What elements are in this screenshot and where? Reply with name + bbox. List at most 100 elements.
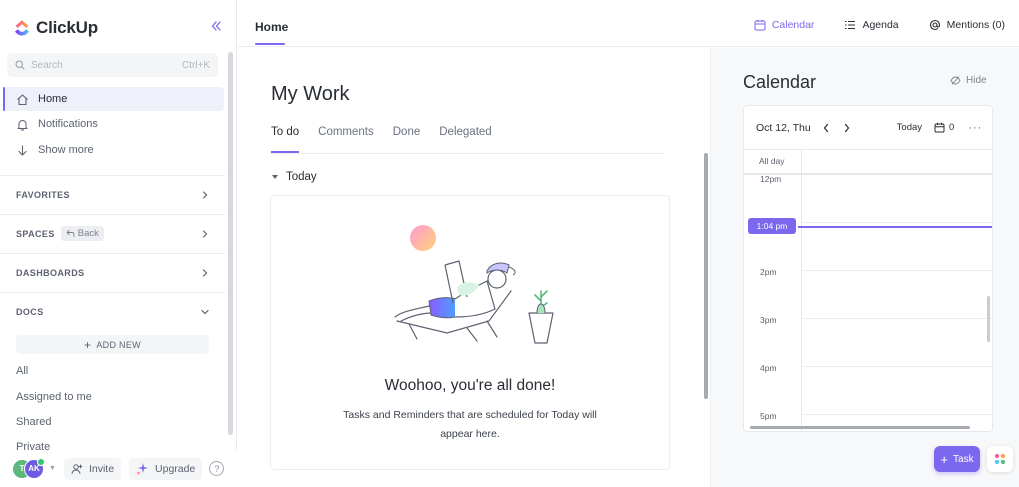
collapse-sidebar-button[interactable] (209, 19, 225, 35)
hide-calendar-button[interactable]: Hide (950, 75, 987, 86)
docs-item-all[interactable]: All (16, 365, 28, 377)
search-icon (15, 60, 25, 70)
search-input[interactable] (31, 59, 182, 71)
hour-line (801, 414, 992, 415)
arrow-down-icon (18, 144, 27, 156)
calendar-date: Oct 12, Thu (756, 121, 811, 134)
back-chip-label: Back (77, 228, 99, 239)
next-day-button[interactable] (841, 122, 853, 134)
avatar[interactable]: AK (24, 457, 45, 479)
docs-item-shared[interactable]: Shared (16, 416, 51, 428)
sidebar-scrollbar[interactable] (228, 52, 233, 435)
section-title: DASHBOARDS (16, 267, 85, 278)
current-time-line (798, 226, 992, 228)
calendar-icon (934, 122, 945, 133)
calendar-count-button[interactable]: 0 (934, 122, 954, 133)
section-spaces[interactable]: SPACES Back (0, 214, 225, 252)
section-title: SPACES (16, 228, 55, 239)
chevron-left-icon (823, 123, 828, 132)
upgrade-label: Upgrade (155, 462, 196, 475)
section-docs[interactable]: DOCS (0, 292, 225, 330)
search-box[interactable]: Ctrl+K (7, 53, 218, 77)
hour-line (801, 318, 992, 319)
apps-grid-icon (994, 453, 1006, 465)
invite-button[interactable]: Invite (63, 457, 122, 480)
work-tabs: To do Comments Done Delegated (271, 126, 511, 138)
all-day-label: All day (759, 156, 785, 166)
home-icon (17, 93, 28, 105)
section-title: FAVORITES (16, 189, 70, 200)
previous-day-button[interactable] (820, 122, 832, 134)
agenda-button[interactable]: Agenda (844, 19, 899, 31)
calendar-day-view: Oct 12, Thu Today 0 ··· All day 12pm 2pm… (743, 105, 993, 432)
apps-button[interactable] (987, 446, 1013, 472)
brand-name: ClickUp (36, 18, 98, 37)
new-task-button[interactable]: + Task (934, 446, 980, 472)
sidebar-item-show-more[interactable]: Show more (3, 138, 224, 162)
search-shortcut: Ctrl+K (181, 59, 210, 71)
new-task-label: Task (953, 453, 974, 465)
empty-state-card: Woohoo, you're all done! Tasks and Remin… (270, 195, 670, 470)
bell-icon (17, 119, 28, 131)
section-title: DOCS (16, 306, 44, 317)
tab-home[interactable]: Home (255, 20, 288, 34)
spaces-back-button[interactable]: Back (60, 226, 104, 241)
hour-label: 5pm (760, 411, 777, 421)
top-actions: Calendar Agenda Mentions (0) (724, 19, 1005, 31)
plus-icon: + (940, 451, 949, 467)
calendar-horizontal-scrollbar[interactable] (750, 426, 970, 429)
caret-down-icon[interactable]: ▼ (49, 465, 56, 472)
hour-line (801, 366, 992, 367)
add-user-icon (71, 463, 83, 474)
tab-comments[interactable]: Comments (318, 126, 374, 138)
help-icon[interactable]: ? (209, 461, 225, 476)
section-left: SPACES Back (16, 226, 200, 241)
calendar-header: Oct 12, Thu Today 0 ··· (744, 106, 992, 150)
calendar-toggle-label: Calendar (771, 19, 815, 31)
calendar-vertical-scrollbar[interactable] (987, 296, 990, 342)
chevron-right-icon (844, 123, 849, 132)
invite-label: Invite (88, 462, 115, 475)
group-label: Today (286, 171, 317, 183)
plus-icon: + (84, 337, 92, 352)
empty-state-title: Woohoo, you're all done! (384, 377, 556, 394)
today-button[interactable]: Today (897, 122, 922, 133)
brand-logo[interactable]: ClickUp (12, 17, 98, 39)
sidebar-item-label: Show more (38, 144, 94, 156)
agenda-label: Agenda (862, 19, 899, 31)
hour-label: 12pm (760, 174, 782, 184)
hour-line (801, 222, 992, 223)
eye-off-icon (950, 76, 961, 85)
sidebar: ClickUp Ctrl+K Home Notifications Show m… (0, 0, 237, 487)
more-options-icon[interactable]: ··· (968, 122, 982, 134)
upgrade-button[interactable]: Upgrade (129, 457, 203, 480)
calendar-count: 0 (949, 122, 955, 133)
chevron-right-icon (202, 268, 208, 277)
mentions-label: Mentions (0) (946, 19, 1005, 31)
empty-state-description: Tasks and Reminders that are scheduled f… (343, 409, 597, 440)
back-arrow-icon (66, 230, 75, 237)
docs-item-assigned-to-me[interactable]: Assigned to me (16, 391, 92, 403)
clickup-logo-icon (15, 20, 29, 36)
add-new-doc-button[interactable]: + ADD NEW (16, 335, 209, 354)
section-dashboards[interactable]: DASHBOARDS (0, 253, 225, 291)
calendar-toggle-button[interactable]: Calendar (754, 19, 815, 31)
tab-delegated[interactable]: Delegated (439, 126, 491, 138)
tab-done[interactable]: Done (393, 126, 421, 138)
sidebar-bottom-bar: T AK ▼ Invite Upgrade ? (0, 450, 237, 487)
tab-to-do[interactable]: To do (271, 126, 299, 138)
section-favorites[interactable]: FAVORITES (0, 175, 225, 213)
calendar-panel: Calendar Hide Oct 12, Thu Today 0 ··· Al… (710, 48, 1019, 487)
all-day-row[interactable]: All day (744, 150, 992, 175)
mentions-button[interactable]: Mentions (0) (929, 19, 1005, 31)
today-group-toggle[interactable]: Today (272, 171, 317, 183)
hour-label: 3pm (760, 315, 777, 325)
active-tab-indicator (255, 43, 285, 45)
time-column-divider (801, 150, 802, 431)
sidebar-item-home[interactable]: Home (3, 87, 224, 111)
sidebar-item-notifications[interactable]: Notifications (3, 112, 224, 136)
chevron-right-icon (202, 190, 208, 199)
main-scrollbar[interactable] (704, 153, 708, 399)
sidebar-item-label: Home (38, 93, 68, 105)
at-sign-icon (929, 19, 940, 31)
